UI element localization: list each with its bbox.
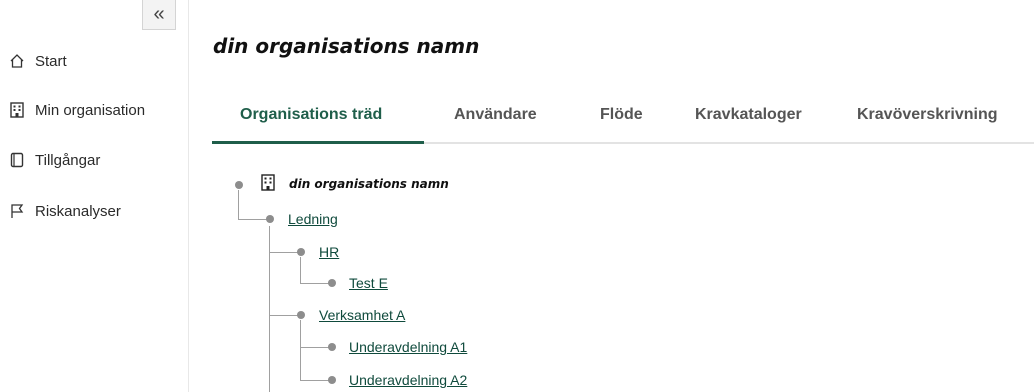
tree-connector [300, 380, 332, 381]
tree-node-ledning[interactable]: Ledning [288, 211, 338, 227]
tab-flode[interactable]: Flöde [600, 106, 643, 124]
tree-connector [300, 320, 301, 381]
tree-root-label: din organisations namn [289, 177, 449, 191]
tree-node-test-e[interactable]: Test E [349, 275, 388, 291]
tree-connector [300, 283, 332, 284]
tree-connector [238, 219, 270, 220]
active-tab-indicator [212, 141, 424, 144]
home-icon [7, 52, 27, 70]
tree-node-underavdelning-a1[interactable]: Underavdelning A1 [349, 339, 467, 355]
sidebar-collapse-button[interactable]: « [142, 0, 176, 30]
tree-node-dot [328, 279, 336, 287]
tree-node-hr[interactable]: HR [319, 244, 339, 260]
tree-node-dot [328, 343, 336, 351]
tree-connector [269, 226, 270, 392]
tree-connector [269, 252, 301, 253]
tree-connector [238, 190, 239, 220]
tree-node-verksamhet-a[interactable]: Verksamhet A [319, 307, 405, 323]
building-icon [261, 174, 275, 191]
double-chevron-left-icon: « [153, 3, 165, 25]
sidebar: « Start Min organisation Tillgångar Risk… [0, 0, 189, 392]
tab-kravkataloger[interactable]: Kravkataloger [695, 106, 802, 124]
sidebar-item-label: Start [35, 52, 67, 70]
sidebar-item-label: Riskanalyser [35, 202, 121, 220]
tree-connector [269, 315, 301, 316]
sidebar-item-tillgangar[interactable]: Tillgångar [7, 151, 100, 169]
tab-kravoverskrivning[interactable]: Kravöverskrivning [857, 106, 998, 124]
tree-connector [300, 257, 301, 284]
tree-node-dot [266, 215, 274, 223]
tree-node-dot [297, 311, 305, 319]
document-icon [7, 151, 27, 169]
sidebar-item-start[interactable]: Start [7, 52, 67, 70]
tab-anvandare[interactable]: Användare [454, 106, 537, 124]
building-icon [7, 101, 27, 119]
tree-node-dot [297, 248, 305, 256]
tree-node-dot [328, 376, 336, 384]
tab-organisations-trad[interactable]: Organisations träd [240, 106, 382, 124]
sidebar-item-label: Tillgångar [35, 151, 101, 169]
sidebar-item-label: Min organisation [35, 101, 146, 119]
sidebar-item-min-organisation[interactable]: Min organisation [7, 101, 145, 119]
sidebar-item-riskanalyser[interactable]: Riskanalyser [7, 202, 121, 220]
flag-icon [7, 202, 27, 220]
tree-node-underavdelning-a2[interactable]: Underavdelning A2 [349, 372, 467, 388]
tree-connector [300, 347, 332, 348]
tree-node-dot [235, 181, 243, 189]
page-title: din organisations namn [213, 34, 480, 58]
tab-bar: Organisations träd Användare Flöde Kravk… [212, 96, 1034, 144]
